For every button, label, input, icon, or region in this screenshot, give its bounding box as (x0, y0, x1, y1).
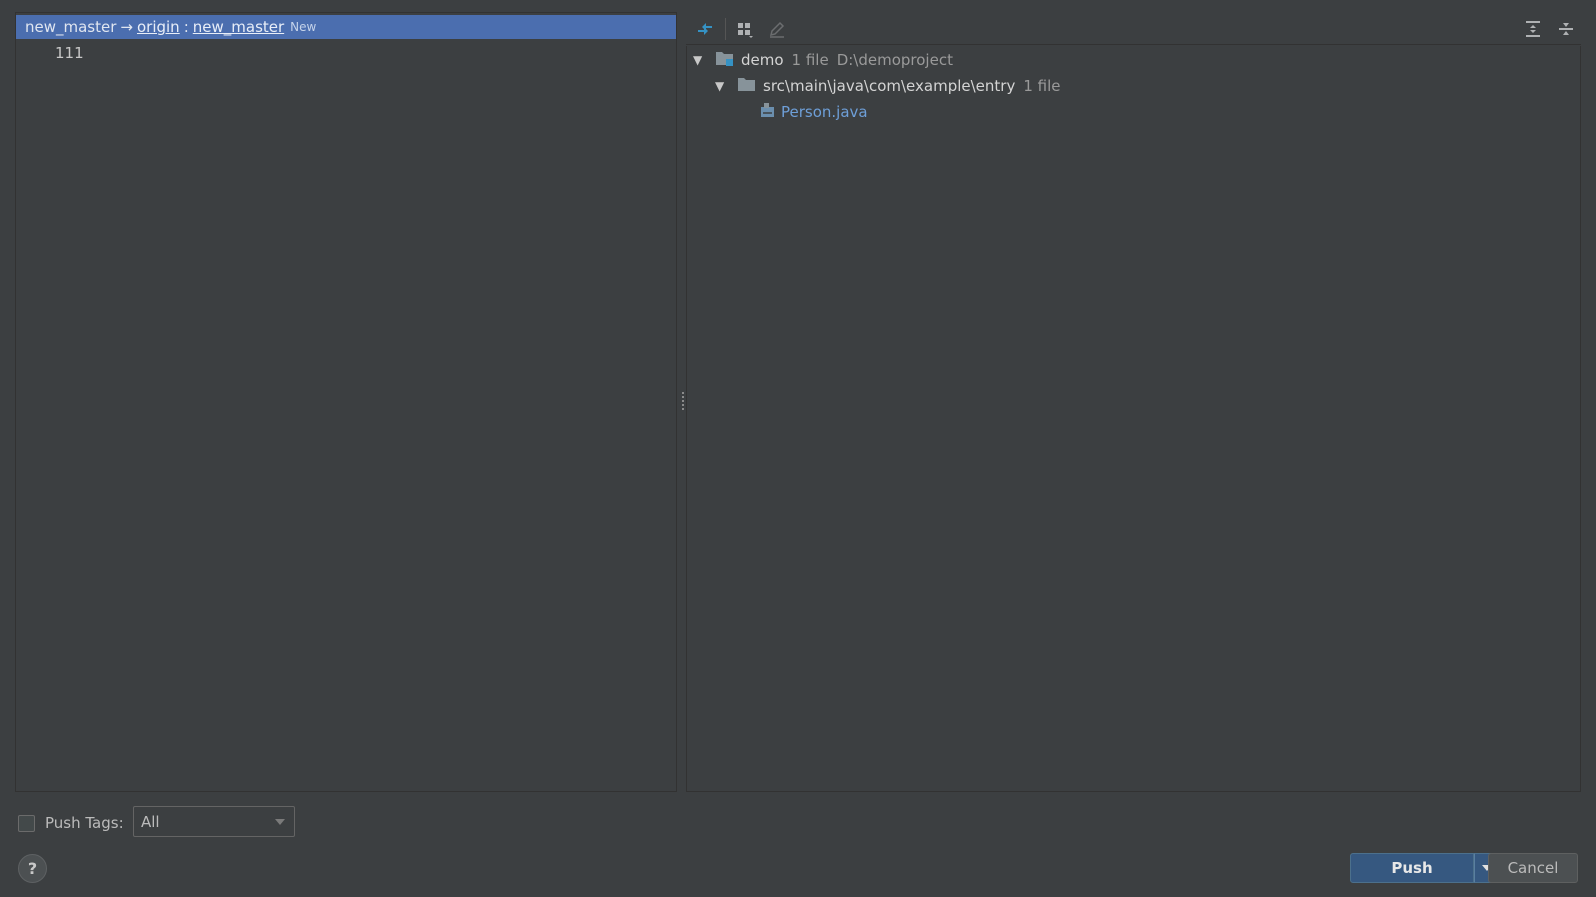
tree-node-root[interactable]: ▼ demo 1 file D:\demoproject (693, 48, 953, 72)
branch-row[interactable]: new_master → origin : new_master New (16, 15, 676, 39)
remote-branch-link[interactable]: new_master (193, 18, 284, 36)
branch-arrow: → (120, 18, 133, 36)
expand-collapse-icon[interactable] (694, 18, 716, 40)
root-count: 1 file (791, 51, 829, 69)
chevron-down-icon (275, 819, 285, 825)
file-name[interactable]: Person.java (781, 103, 868, 121)
module-folder-icon (715, 49, 735, 71)
push-tags-value: All (141, 812, 160, 831)
changes-tree: ▼ demo 1 file D:\demoproject ▼ src\main\… (686, 46, 1581, 792)
push-tags-select[interactable]: All (133, 806, 295, 837)
push-tags-checkbox[interactable] (18, 814, 35, 832)
folder-name: src\main\java\com\example\entry (763, 77, 1016, 95)
new-badge: New (290, 20, 317, 34)
remote-link[interactable]: origin (137, 18, 180, 36)
commit-item[interactable]: 111 (55, 44, 84, 62)
edit-icon[interactable] (766, 18, 788, 40)
cancel-button[interactable]: Cancel (1488, 853, 1578, 883)
commits-panel: new_master → origin : new_master New 111 (15, 12, 677, 792)
root-name: demo (741, 51, 784, 69)
changes-toolbar (686, 12, 1581, 45)
push-tags-option[interactable]: Push Tags: (18, 808, 124, 838)
expand-arrow-icon[interactable]: ▼ (693, 53, 705, 67)
expand-all-icon[interactable] (1522, 18, 1544, 40)
folder-icon (737, 75, 757, 97)
push-button[interactable]: Push (1350, 853, 1474, 883)
help-button[interactable]: ? (18, 854, 47, 883)
push-tags-label: Push Tags: (45, 814, 124, 832)
folder-count: 1 file (1023, 77, 1061, 95)
tree-node-file[interactable]: Person.java (759, 100, 868, 124)
tree-node-folder[interactable]: ▼ src\main\java\com\example\entry 1 file (715, 74, 1061, 98)
java-file-icon (759, 101, 777, 123)
push-dialog: new_master → origin : new_master New 111 (0, 0, 1596, 897)
root-path: D:\demoproject (836, 51, 953, 69)
expand-arrow-icon[interactable]: ▼ (715, 79, 727, 93)
collapse-all-icon[interactable] (1555, 18, 1577, 40)
splitter-handle[interactable] (681, 392, 685, 410)
changes-panel: ▼ demo 1 file D:\demoproject ▼ src\main\… (686, 12, 1581, 792)
remote-separator: : (183, 18, 189, 36)
group-by-icon[interactable] (734, 18, 756, 40)
local-branch: new_master (25, 18, 117, 36)
